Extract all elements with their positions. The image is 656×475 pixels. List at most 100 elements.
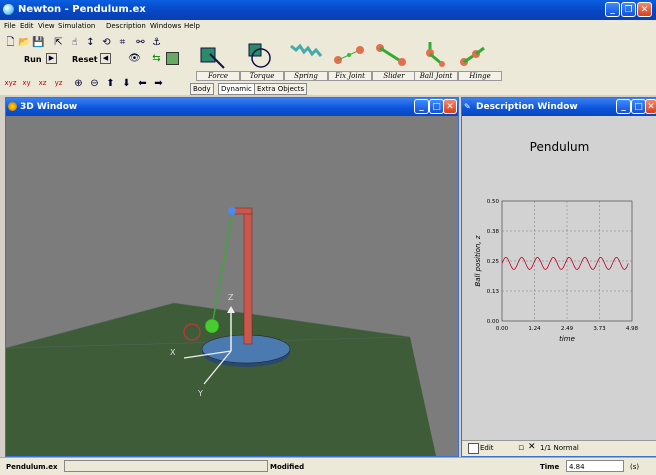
menu-file[interactable]: File — [4, 22, 16, 30]
delete-page-icon[interactable]: ✕ — [528, 442, 536, 452]
3d-minimize-button[interactable]: _ — [414, 99, 429, 114]
ball-joint-icon[interactable] — [416, 40, 450, 70]
menu-help[interactable]: Help — [184, 22, 200, 30]
joint-label-slider[interactable]: Slider — [372, 71, 416, 81]
window-title: Newton - Pendulum.ex — [18, 4, 146, 15]
arrow-left-icon[interactable]: ⬅ — [136, 77, 149, 90]
series-line — [501, 256, 629, 270]
rotate-icon[interactable]: ⟲ — [100, 36, 113, 49]
x-tick-label: 0.00 — [496, 326, 509, 332]
desc-window-title: Description Window — [476, 102, 578, 112]
save-icon[interactable]: 💾 — [32, 36, 45, 49]
arrow-down-icon[interactable]: ⬇ — [120, 77, 133, 90]
torque-icon[interactable] — [245, 40, 275, 70]
3d-window-title: 3D Window — [20, 102, 78, 112]
reset-label[interactable]: Reset — [72, 55, 98, 64]
menu-view[interactable]: View — [38, 22, 55, 30]
zoom-in-icon[interactable]: ⊕ — [72, 77, 85, 90]
status-bar: Pendulum.ex Modified Time 4.84 (s) — [0, 457, 656, 475]
page-indicator: 1/1 Normal — [540, 444, 579, 452]
palette-tabs: Body Dynamic Extra Objects — [190, 83, 330, 95]
desc-footer: Edit ▫ ✕ 1/1 Normal — [462, 440, 656, 456]
fix-joint-icon[interactable] — [332, 42, 366, 68]
joint-label-torque[interactable]: Torque — [240, 71, 284, 81]
tab-extra-objects[interactable]: Extra Objects — [254, 83, 308, 95]
spring-icon[interactable] — [288, 40, 324, 70]
axis-y-label: Y — [197, 389, 203, 398]
menu-windows[interactable]: Windows — [150, 22, 181, 30]
pendulum-ball — [204, 318, 220, 334]
new-file-icon[interactable]: 🗋 — [4, 36, 17, 49]
menu-simulation[interactable]: Simulation — [58, 22, 95, 30]
y-tick-label: 0.13 — [487, 289, 500, 295]
3d-viewport[interactable]: Z X Y — [6, 116, 458, 456]
desc-minimize-button[interactable]: _ — [616, 99, 631, 114]
pendulum-string — [211, 214, 233, 327]
menu-bar: File Edit View Simulation Description Wi… — [0, 20, 656, 33]
run-label[interactable]: Run — [24, 55, 42, 64]
reset-button[interactable]: ◀ — [100, 53, 111, 64]
3d-maximize-button[interactable]: □ — [429, 99, 444, 114]
joint-label-hinge[interactable]: Hinge — [458, 71, 502, 81]
joint-label-ball-joint[interactable]: Ball Joint — [414, 71, 458, 81]
edit-label: Edit — [480, 444, 494, 452]
edit-checkbox[interactable] — [468, 443, 479, 454]
x-tick-label: 1.24 — [528, 326, 541, 332]
view-xy-icon[interactable]: xy — [20, 77, 33, 90]
joint-label-spring[interactable]: Spring — [284, 71, 328, 81]
time-value-field[interactable]: 4.84 — [566, 460, 624, 472]
desc-maximize-button[interactable]: □ — [631, 99, 646, 114]
move-vertical-icon[interactable]: ↕ — [84, 36, 97, 49]
pen-icon: ✎ — [464, 102, 471, 111]
branch-icon[interactable]: ⇆ — [150, 52, 163, 65]
view-xyz-icon[interactable]: xyz — [4, 77, 17, 90]
slider-icon[interactable] — [374, 40, 408, 70]
run-button[interactable]: ▶ — [46, 53, 57, 64]
time-label: Time — [540, 463, 560, 471]
menu-description[interactable]: Description — [106, 22, 146, 30]
pivot-joint — [228, 207, 236, 215]
anchor-icon[interactable]: ⚓ — [150, 36, 163, 49]
tab-dynamic[interactable]: Dynamic — [218, 83, 255, 95]
y-tick-label: 0.00 — [487, 319, 500, 325]
hinge-icon[interactable] — [458, 42, 492, 70]
y-tick-label: 0.25 — [487, 259, 500, 265]
pole — [243, 211, 253, 345]
ball-position-chart: 0.00 1.24 2.49 3.73 4.98 0.00 0.13 0.25 0.38 0.50… — [474, 199, 639, 343]
select-arrow-icon[interactable]: ⇱ — [52, 36, 65, 49]
tab-body[interactable]: Body — [190, 83, 214, 95]
minimize-button[interactable]: _ — [605, 2, 620, 17]
zoom-out-icon[interactable]: ⊖ — [88, 77, 101, 90]
3d-window: 3D Window _ □ ✕ Z X Y — [5, 97, 459, 457]
app-icon — [3, 4, 14, 15]
maximize-button[interactable]: ❐ — [621, 2, 636, 17]
desc-heading: Pendulum — [529, 140, 590, 154]
y-tick-label: 0.38 — [487, 229, 500, 235]
status-modified: Modified — [270, 463, 305, 471]
menu-edit[interactable]: Edit — [20, 22, 34, 30]
close-button[interactable]: ✕ — [637, 2, 652, 17]
joint-label-force[interactable]: Force — [196, 71, 240, 81]
eye-icon[interactable]: 👁 — [128, 52, 141, 65]
view-yz-icon[interactable]: yz — [52, 77, 65, 90]
force-icon[interactable] — [198, 40, 228, 70]
new-page-icon[interactable]: ▫ — [518, 443, 524, 453]
axis-x-label: X — [170, 348, 176, 357]
panel-icon[interactable] — [166, 52, 179, 65]
hand-icon[interactable]: ☝ — [68, 36, 81, 49]
x-tick-label: 4.98 — [626, 326, 639, 332]
y-tick-label: 0.50 — [487, 199, 500, 205]
title-bar: Newton - Pendulum.ex _ ❐ ✕ — [0, 0, 656, 20]
desc-close-button[interactable]: ✕ — [645, 99, 656, 114]
y-axis-label: Ball position, z — [474, 235, 482, 286]
arrow-right-icon[interactable]: ➡ — [152, 77, 165, 90]
joint-label-fix-joint[interactable]: Fix Joint — [328, 71, 372, 81]
view-xz-icon[interactable]: xz — [36, 77, 49, 90]
frame-icon[interactable]: ⌗ — [116, 36, 129, 49]
open-folder-icon[interactable]: 📂 — [18, 36, 31, 49]
arrow-up-icon[interactable]: ⬆ — [104, 77, 117, 90]
link-icon[interactable]: ⚯ — [134, 36, 147, 49]
3d-close-button[interactable]: ✕ — [443, 99, 457, 114]
3d-window-header: 3D Window _ □ ✕ — [6, 98, 458, 116]
3d-window-icon — [8, 102, 17, 111]
